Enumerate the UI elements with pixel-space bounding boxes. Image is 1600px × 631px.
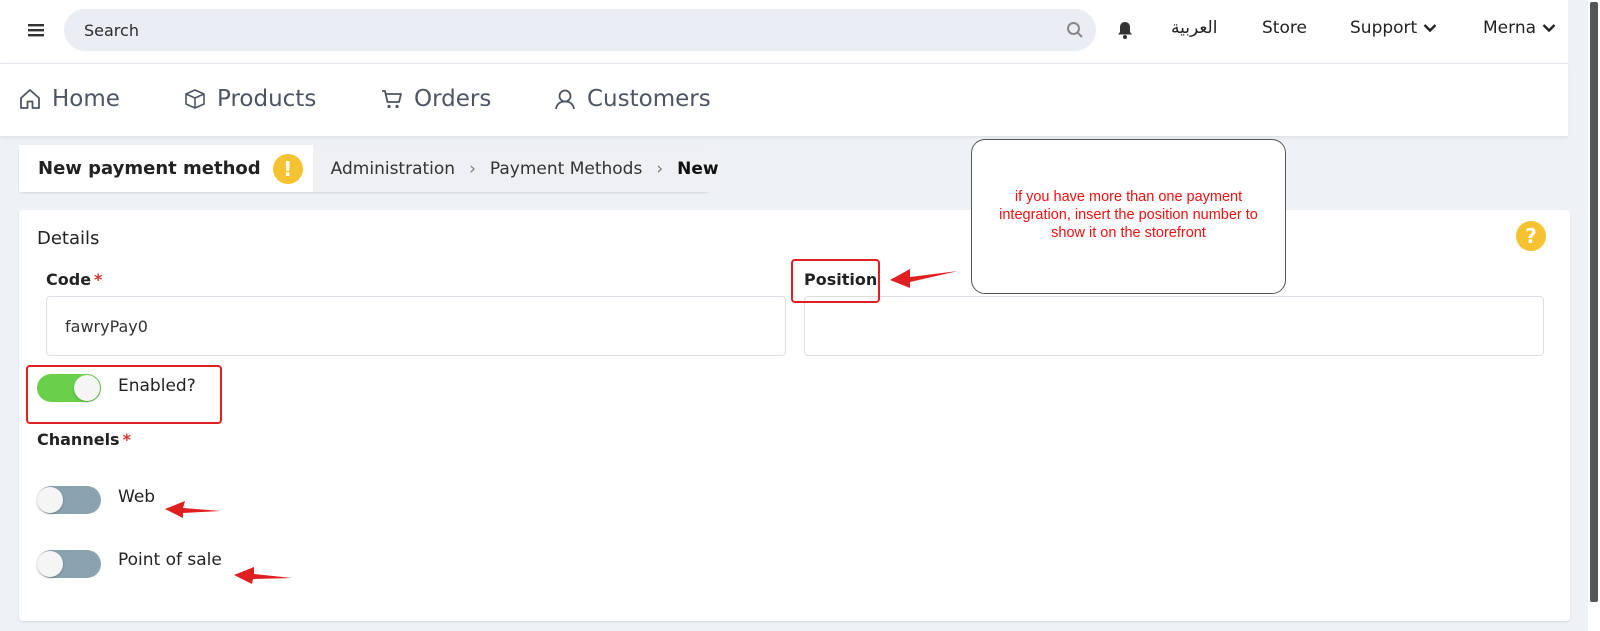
annotation-arrow-web [165, 501, 221, 518]
code-label-text: Code [46, 270, 92, 289]
help-icon[interactable]: ? [1516, 221, 1546, 251]
cart-icon [382, 90, 402, 109]
page-scrollbar[interactable] [1588, 0, 1600, 631]
scrollbar-thumb[interactable] [1590, 2, 1598, 602]
nav-item-orders[interactable]: Orders [380, 86, 491, 112]
chevron-down-icon [1542, 24, 1556, 33]
box-icon [185, 89, 205, 109]
chevron-right-icon: › [656, 158, 664, 179]
code-label: Code * [46, 270, 102, 289]
channel-pos-toggle[interactable] [37, 550, 101, 578]
breadcrumb-payment-methods[interactable]: Payment Methods [490, 159, 642, 179]
hamburger-menu-icon[interactable] [26, 20, 46, 40]
annotation-arrow-pos [234, 567, 292, 584]
nav-item-label: Products [217, 86, 317, 112]
support-menu[interactable]: Support [1350, 18, 1437, 38]
channel-pos-label: Point of sale [118, 550, 222, 570]
nav-item-label: Home [52, 86, 120, 112]
chevron-right-icon: › [469, 158, 476, 179]
nav-item-home[interactable]: Home [18, 86, 120, 112]
page-title: New payment method ! [19, 145, 313, 192]
enabled-highlight-box [26, 365, 222, 424]
position-input[interactable] [804, 296, 1544, 356]
nav-item-products[interactable]: Products [183, 86, 316, 112]
nav-item-label: Customers [587, 86, 711, 112]
toggle-knob [37, 487, 63, 513]
channel-web-label: Web [118, 487, 156, 507]
required-asterisk: * [94, 270, 103, 289]
position-highlight-box [791, 259, 880, 303]
annotation-arrow-position [890, 269, 958, 288]
nav-item-label: Orders [414, 86, 492, 112]
nav-item-customers[interactable]: Customers [553, 86, 711, 112]
channels-label-text: Channels [37, 430, 120, 449]
top-bar: العربية Store Support Merna [0, 0, 1568, 64]
main-nav: Home Products Orders Customers [0, 64, 1568, 136]
user-name: Merna [1483, 18, 1537, 38]
support-label: Support [1350, 18, 1418, 38]
warning-icon: ! [272, 153, 303, 184]
search-icon[interactable] [1066, 21, 1084, 39]
page-title-text: New payment method [38, 158, 261, 179]
chevron-down-icon [1423, 24, 1437, 33]
store-link[interactable]: Store [1262, 18, 1307, 38]
breadcrumb: New payment method ! Administration › Pa… [19, 145, 719, 192]
search-input[interactable] [64, 9, 1096, 51]
breadcrumb-current: New [677, 158, 719, 179]
channels-label: Channels * [37, 430, 131, 449]
language-switch[interactable]: العربية [1171, 18, 1217, 38]
user-menu[interactable]: Merna [1483, 18, 1556, 38]
user-icon [555, 89, 575, 110]
required-asterisk: * [122, 430, 131, 449]
toggle-knob [37, 551, 63, 577]
code-input[interactable] [46, 296, 786, 356]
details-title: Details [37, 228, 100, 249]
breadcrumb-trail: Administration › Payment Methods › New [312, 145, 719, 192]
home-icon [20, 89, 40, 109]
annotation-callout: if you have more than one payment integr… [971, 139, 1286, 294]
notification-bell-icon[interactable] [1115, 20, 1135, 40]
breadcrumb-administration[interactable]: Administration [331, 159, 455, 179]
channel-web-toggle[interactable] [37, 486, 101, 514]
